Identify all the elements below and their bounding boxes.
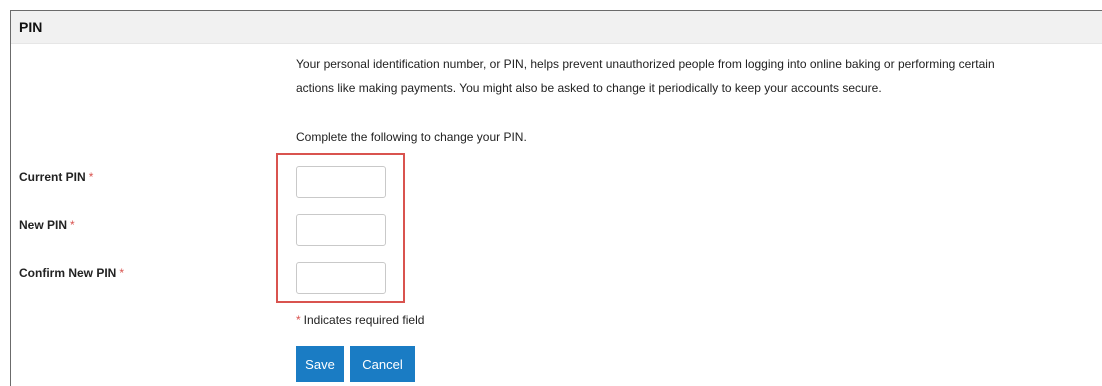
- confirm-new-pin-input[interactable]: [296, 262, 386, 294]
- required-asterisk: *: [88, 170, 94, 184]
- new-pin-label: New PIN *: [19, 218, 75, 232]
- current-pin-input[interactable]: [296, 166, 386, 198]
- required-field-note: * Indicates required field: [296, 313, 424, 327]
- panel-header: PIN: [11, 11, 1102, 44]
- new-pin-label-text: New PIN: [19, 218, 68, 232]
- current-pin-label: Current PIN *: [19, 170, 93, 184]
- current-pin-label-text: Current PIN: [19, 170, 86, 184]
- new-pin-input[interactable]: [296, 214, 386, 246]
- confirm-pin-label: Confirm New PIN *: [19, 266, 124, 280]
- pin-panel: PIN Your personal identification number,…: [10, 10, 1102, 386]
- confirm-pin-label-text: Confirm New PIN: [19, 266, 117, 280]
- intro-text-line-2: actions like making payments. You might …: [296, 81, 882, 95]
- instruction-text: Complete the following to change your PI…: [296, 130, 527, 144]
- intro-text-line-1: Your personal identification number, or …: [296, 57, 995, 71]
- required-asterisk: *: [70, 218, 75, 232]
- required-asterisk: *: [119, 266, 125, 280]
- panel-title: PIN: [19, 19, 43, 35]
- save-button[interactable]: Save: [296, 346, 344, 382]
- cancel-button[interactable]: Cancel: [350, 346, 415, 382]
- required-note-text: Indicates required field: [303, 313, 425, 327]
- required-asterisk: *: [296, 313, 301, 327]
